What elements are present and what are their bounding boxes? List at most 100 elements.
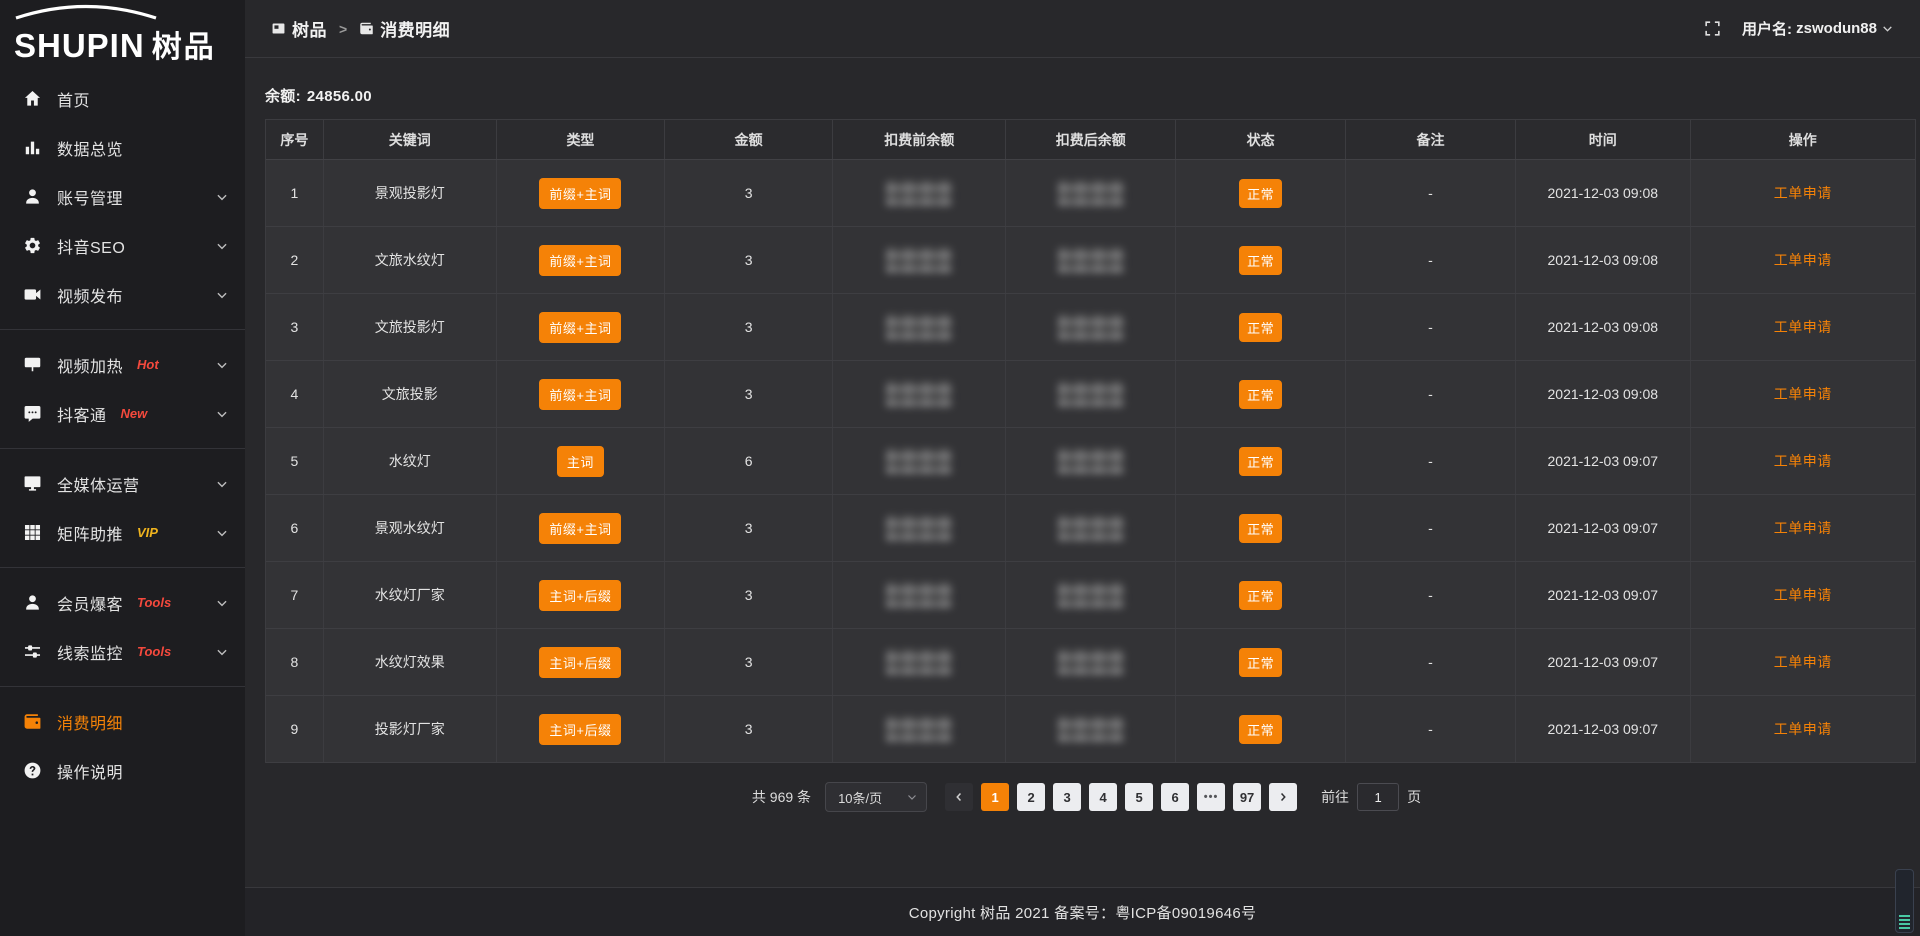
chevron-down-icon	[906, 791, 918, 803]
cell-status: 正常	[1176, 428, 1346, 494]
breadcrumb-item-树品[interactable]: 树品	[271, 16, 327, 41]
table-row: 4 文旅投影 前缀+主词 3 正常 - 2021-12-03 09:08 工单申…	[266, 361, 1915, 428]
redacted-value	[886, 716, 952, 742]
sidebar-item-label: 数据总览	[57, 136, 123, 160]
type-badge: 前缀+主词	[539, 178, 621, 209]
breadcrumb-item-消费明细[interactable]: 消费明细	[359, 16, 450, 41]
work-order-link[interactable]: 工单申请	[1774, 250, 1832, 270]
chevron-right-icon	[1276, 790, 1290, 804]
video-icon	[23, 285, 42, 304]
sidebar-item-会员爆客[interactable]: 会员爆客Tools	[0, 578, 245, 627]
work-order-link[interactable]: 工单申请	[1774, 183, 1832, 203]
goto-page-input[interactable]	[1357, 783, 1399, 811]
fullscreen-icon[interactable]	[1703, 19, 1722, 38]
type-badge: 主词+后缀	[539, 580, 621, 611]
table-row: 6 景观水纹灯 前缀+主词 3 正常 - 2021-12-03 09:07 工单…	[266, 495, 1915, 562]
type-badge: 主词+后缀	[539, 714, 621, 745]
sidebar-item-tag: Tools	[137, 595, 171, 610]
sidebar-item-操作说明[interactable]: 操作说明	[0, 746, 245, 795]
page-button-5[interactable]: 5	[1125, 783, 1153, 811]
cell-balance-after	[1006, 562, 1176, 628]
chevron-down-icon	[1881, 22, 1894, 35]
cell-type: 前缀+主词	[497, 361, 665, 427]
work-order-link[interactable]: 工单申请	[1774, 652, 1832, 672]
cell-balance-before	[833, 696, 1006, 762]
cell-action: 工单申请	[1691, 227, 1915, 293]
balance-value: 24856.00	[307, 88, 372, 105]
username: zswodun88	[1796, 20, 1877, 37]
work-order-link[interactable]: 工单申请	[1774, 451, 1832, 471]
pagination: 共 969 条 10条/页 123456•••97 前往 页	[265, 782, 1916, 812]
cell-amount: 3	[665, 495, 833, 561]
sidebar-item-抖音SEO[interactable]: 抖音SEO	[0, 221, 245, 270]
cell-amount: 3	[665, 160, 833, 226]
sidebar-item-label: 操作说明	[57, 759, 123, 783]
sidebar-divider	[0, 448, 245, 449]
work-order-link[interactable]: 工单申请	[1774, 384, 1832, 404]
sidebar-item-数据总览[interactable]: 数据总览	[0, 123, 245, 172]
page-button-2[interactable]: 2	[1017, 783, 1045, 811]
cell-index: 5	[266, 428, 324, 494]
page-button-97[interactable]: 97	[1233, 783, 1261, 811]
cell-amount: 3	[665, 629, 833, 695]
page-button-3[interactable]: 3	[1053, 783, 1081, 811]
sidebar-item-消费明细[interactable]: 消费明细	[0, 697, 245, 746]
page-button-6[interactable]: 6	[1161, 783, 1189, 811]
cell-amount: 3	[665, 562, 833, 628]
cell-remark: -	[1346, 361, 1516, 427]
sidebar-item-视频加热[interactable]: 视频加热Hot	[0, 340, 245, 389]
sidebar-item-首页[interactable]: 首页	[0, 74, 245, 123]
work-order-link[interactable]: 工单申请	[1774, 719, 1832, 739]
cell-time: 2021-12-03 09:08	[1516, 227, 1691, 293]
cell-remark: -	[1346, 294, 1516, 360]
cell-balance-before	[833, 227, 1006, 293]
sidebar-item-线索监控[interactable]: 线索监控Tools	[0, 627, 245, 676]
table-row: 9 投影灯厂家 主词+后缀 3 正常 - 2021-12-03 09:07 工单…	[266, 696, 1915, 763]
redacted-value	[1058, 180, 1124, 206]
table-row: 8 水纹灯效果 主词+后缀 3 正常 - 2021-12-03 09:07 工单…	[266, 629, 1915, 696]
user-menu[interactable]: 用户名: zswodun88	[1742, 18, 1894, 39]
next-page-button[interactable]	[1269, 783, 1297, 811]
page-button-4[interactable]: 4	[1089, 783, 1117, 811]
redacted-value	[886, 649, 952, 675]
redacted-value	[1058, 582, 1124, 608]
work-order-link[interactable]: 工单申请	[1774, 585, 1832, 605]
prev-page-button[interactable]	[945, 783, 973, 811]
cell-balance-before	[833, 562, 1006, 628]
cell-balance-after	[1006, 428, 1176, 494]
app-logo: SHUPIN 树品	[0, 0, 245, 62]
chevron-down-icon	[215, 190, 229, 204]
page-size-select[interactable]: 10条/页	[825, 782, 927, 812]
sidebar-item-全媒体运营[interactable]: 全媒体运营	[0, 459, 245, 508]
column-header: 关键词	[324, 120, 497, 159]
chevron-down-icon	[215, 596, 229, 610]
sidebar-item-矩阵助推[interactable]: 矩阵助推VIP	[0, 508, 245, 557]
cell-time: 2021-12-03 09:07	[1516, 629, 1691, 695]
cell-status: 正常	[1176, 629, 1346, 695]
page-button-1[interactable]: 1	[981, 783, 1009, 811]
cell-action: 工单申请	[1691, 562, 1915, 628]
sidebar-item-抖客通[interactable]: 抖客通New	[0, 389, 245, 438]
page-size-value: 10条/页	[838, 788, 882, 807]
sidebar-item-label: 线索监控	[57, 640, 123, 664]
sidebar-item-视频发布[interactable]: 视频发布	[0, 270, 245, 319]
status-badge: 正常	[1239, 447, 1282, 476]
cell-balance-before	[833, 428, 1006, 494]
topbar: 树品>消费明细 用户名: zswodun88	[245, 0, 1920, 58]
floating-widget[interactable]	[1895, 869, 1914, 933]
sidebar-divider	[0, 567, 245, 568]
cell-status: 正常	[1176, 227, 1346, 293]
sidebar-item-账号管理[interactable]: 账号管理	[0, 172, 245, 221]
work-order-link[interactable]: 工单申请	[1774, 317, 1832, 337]
gear-icon	[23, 236, 42, 255]
sidebar-item-tag: Hot	[137, 357, 159, 372]
sidebar-item-label: 矩阵助推	[57, 521, 123, 545]
cell-balance-before	[833, 629, 1006, 695]
redacted-value	[886, 582, 952, 608]
work-order-link[interactable]: 工单申请	[1774, 518, 1832, 538]
redacted-value	[886, 515, 952, 541]
page-ellipsis[interactable]: •••	[1197, 783, 1225, 811]
cell-remark: -	[1346, 696, 1516, 762]
chevron-down-icon	[215, 288, 229, 302]
table-row: 2 文旅水纹灯 前缀+主词 3 正常 - 2021-12-03 09:08 工单…	[266, 227, 1915, 294]
